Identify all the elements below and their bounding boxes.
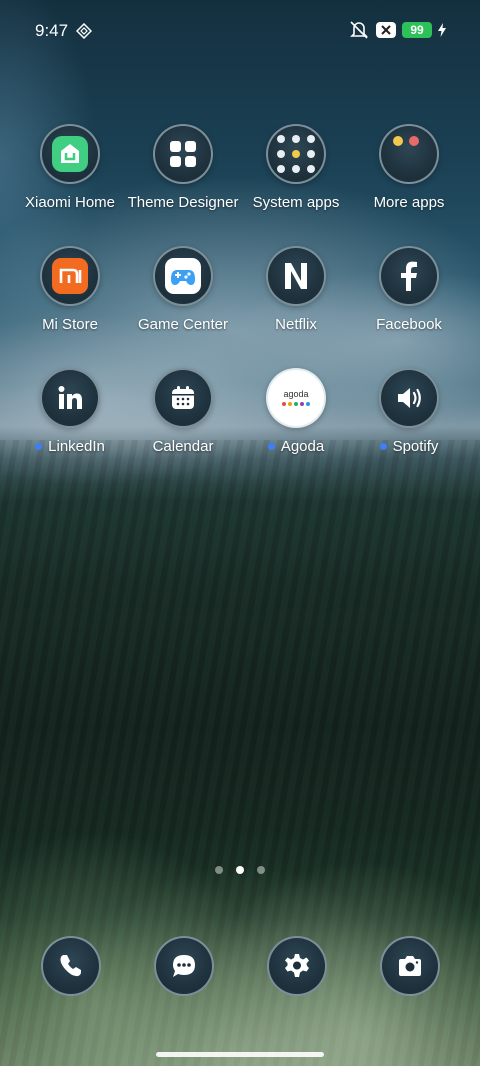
mini-app-icon xyxy=(276,149,285,158)
mini-app-icon xyxy=(393,136,403,146)
mi-store-icon xyxy=(40,246,100,306)
settings-icon xyxy=(267,936,327,996)
mini-app-icon xyxy=(409,136,419,146)
mini-app-icon xyxy=(276,134,285,143)
page-indicator[interactable] xyxy=(0,866,480,874)
dock-settings[interactable] xyxy=(267,936,327,996)
no-sim-icon xyxy=(376,22,396,38)
home-gesture-bar[interactable] xyxy=(156,1052,324,1057)
app-label: Agoda xyxy=(280,438,325,455)
vibrate-mute-icon xyxy=(350,21,368,39)
app-label: LinkedIn xyxy=(48,438,105,455)
mini-app-icon xyxy=(291,165,300,174)
app-label: Theme Designer xyxy=(127,194,239,211)
app-game-center[interactable]: Game Center xyxy=(128,246,238,333)
folder-more-apps[interactable]: More apps xyxy=(354,124,464,211)
app-xiaomi-home[interactable]: Xiaomi Home xyxy=(15,124,125,211)
netflix-icon xyxy=(266,246,326,306)
battery-indicator: 99 xyxy=(402,22,432,38)
app-label: Netflix xyxy=(275,316,317,333)
new-install-dot xyxy=(35,443,43,450)
app-theme-designer[interactable]: Theme Designer xyxy=(128,124,238,211)
app-label: Xiaomi Home xyxy=(24,194,116,211)
page-dot[interactable] xyxy=(215,866,223,874)
status-bar: 9:47 99 xyxy=(0,0,480,62)
new-install-dot xyxy=(379,443,387,450)
mini-app-icon xyxy=(291,134,300,143)
app-label: Spotify xyxy=(392,438,439,455)
xiaomi-home-icon xyxy=(40,124,100,184)
mini-app-icon xyxy=(291,149,300,158)
calendar-icon xyxy=(153,368,213,428)
app-label: Calendar xyxy=(152,438,214,455)
app-label: Facebook xyxy=(376,316,442,333)
dock-messages[interactable] xyxy=(154,936,214,996)
mini-app-icon xyxy=(276,165,285,174)
app-linkedin[interactable]: LinkedIn xyxy=(15,368,125,455)
status-time: 9:47 xyxy=(35,21,69,40)
charging-icon xyxy=(438,23,446,37)
app-calendar[interactable]: Calendar xyxy=(128,368,238,455)
linkedin-icon xyxy=(40,368,100,428)
mini-app-icon xyxy=(307,165,316,174)
diamond-grid-icon xyxy=(76,23,92,39)
agoda-icon: agoda xyxy=(266,368,326,428)
camera-icon xyxy=(380,936,440,996)
app-mi-store[interactable]: Mi Store xyxy=(15,246,125,333)
app-label: Game Center xyxy=(137,316,229,333)
system-apps-folder-icon xyxy=(266,124,326,184)
folder-system-apps[interactable]: System apps xyxy=(241,124,351,211)
agoda-logo-text: agoda xyxy=(283,389,309,399)
app-label: Mi Store xyxy=(42,316,98,333)
messages-icon xyxy=(154,936,214,996)
phone-icon xyxy=(41,936,101,996)
mini-app-icon xyxy=(307,149,316,158)
app-spotify[interactable]: Spotify xyxy=(354,368,464,455)
page-dot-active[interactable] xyxy=(236,866,244,874)
mini-app-icon xyxy=(307,134,316,143)
spotify-icon xyxy=(379,368,439,428)
more-apps-folder-icon xyxy=(379,124,439,184)
app-label: More apps xyxy=(373,194,445,211)
app-facebook[interactable]: Facebook xyxy=(354,246,464,333)
app-netflix[interactable]: Netflix xyxy=(241,246,351,333)
app-label: System apps xyxy=(252,194,340,211)
app-agoda[interactable]: agoda Agoda xyxy=(241,368,351,455)
facebook-icon xyxy=(379,246,439,306)
new-install-dot xyxy=(267,443,275,450)
dock-phone[interactable] xyxy=(41,936,101,996)
page-dot[interactable] xyxy=(257,866,265,874)
game-center-icon xyxy=(153,246,213,306)
dock-camera[interactable] xyxy=(380,936,440,996)
theme-designer-icon xyxy=(153,124,213,184)
